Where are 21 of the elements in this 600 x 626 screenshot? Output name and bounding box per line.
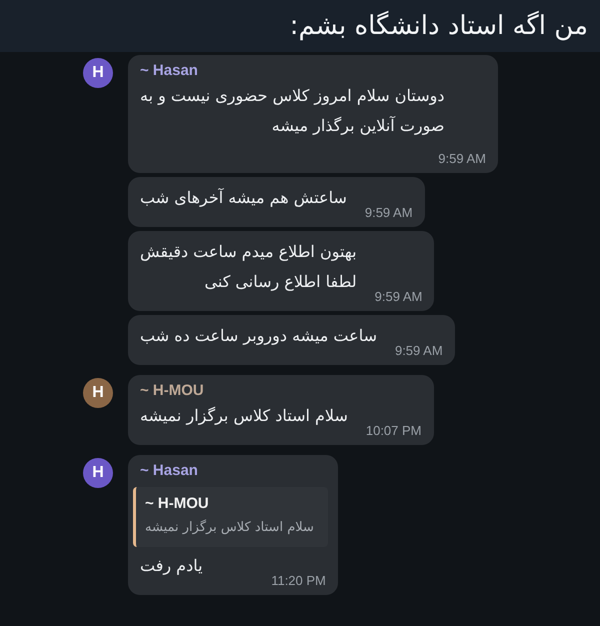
quoted-text: سلام استاد کلاس برگزار نمیشه — [145, 518, 314, 537]
avatar[interactable]: H — [83, 458, 113, 488]
message-time: 9:59 AM — [364, 205, 413, 221]
message-text: دوستان سلام امروز کلاس حضوری نیست و به صورت آنلاین برگذار میشه — [140, 85, 444, 137]
message-time: 9:59 AM — [394, 343, 443, 359]
message-time: 10:07 PM — [366, 423, 422, 439]
message-text: ساعتش هم میشه آخرهای شب — [140, 187, 347, 209]
caption-text: من اگه استاد دانشگاه بشم: — [290, 11, 588, 41]
avatar[interactable]: H — [83, 378, 113, 408]
sender-name[interactable]: ~ Hasan — [140, 61, 198, 81]
message-time: 9:59 AM — [374, 289, 422, 305]
sender-name[interactable]: ~ H-MOU — [140, 381, 204, 401]
message-time: 9:59 AM — [438, 151, 486, 167]
avatar[interactable]: H — [83, 58, 113, 88]
quoted-sender: ~ H-MOU — [145, 494, 209, 514]
message-text: یادم رفت — [140, 555, 203, 577]
message-time: 11:20 PM — [271, 573, 326, 589]
message-text: سلام استاد کلاس برگزار نمیشه — [140, 405, 348, 427]
sender-name[interactable]: ~ Hasan — [140, 461, 198, 481]
message-text: بهتون اطلاع میدم ساعت دقیقش لطفا اطلاع رسانی کنی — [140, 241, 357, 293]
message-text: ساعت میشه دوروبر ساعت ده شب — [140, 325, 377, 347]
